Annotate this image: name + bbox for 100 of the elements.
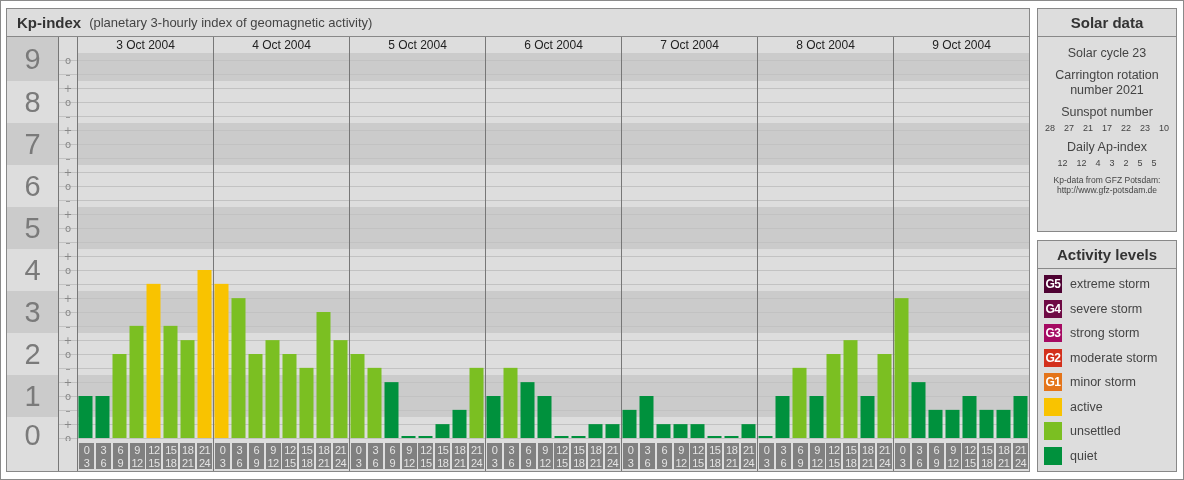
legend-label: strong storm <box>1070 326 1140 341</box>
legend-label: extreme storm <box>1070 277 1150 292</box>
hour-range-label: 15 18 <box>979 443 995 469</box>
sunspot-value: 17 <box>1102 123 1112 133</box>
y-axis-label: 9 <box>24 44 41 74</box>
hour-range-label: 18 21 <box>588 443 604 469</box>
sunspot-value: 23 <box>1140 123 1151 133</box>
y-axis-minor-label: + <box>63 335 73 346</box>
hour-range-label: 0 3 <box>894 443 910 469</box>
y-axis-minor-label: o <box>64 391 72 402</box>
hour-range-label: 15 18 <box>299 443 315 469</box>
y-axis-minor-label: o <box>64 181 72 192</box>
hour-range-label: 3 6 <box>503 443 519 469</box>
y-axis-minor-label: + <box>63 293 73 304</box>
y-axis-minor-label: + <box>63 209 73 220</box>
legend-label: quiet <box>1070 448 1098 463</box>
hour-range-label: 0 3 <box>78 443 94 469</box>
hour-range-label: 18 21 <box>180 443 196 469</box>
y-axis-minor-label: o <box>64 265 72 276</box>
y-axis-label: 6 <box>24 171 41 201</box>
storm-level-badge: G1 <box>1044 373 1062 392</box>
day-label: 4 Oct 2004 <box>252 38 311 52</box>
y-axis-minor-label: + <box>63 125 73 136</box>
ap-index-value: 3 <box>1109 158 1115 168</box>
hour-range-label: 12 15 <box>962 443 978 469</box>
y-axis-label: 0 <box>24 421 41 450</box>
hour-range-label: 18 21 <box>316 443 332 469</box>
y-axis-label: 7 <box>24 129 41 159</box>
hour-range-label: 6 9 <box>928 443 944 469</box>
hour-range-label: 12 15 <box>826 443 842 469</box>
y-axis-minor-label: + <box>63 377 73 388</box>
hour-range-label: 3 6 <box>231 443 247 469</box>
hour-range-label: 9 12 <box>401 443 417 469</box>
legend-label: active <box>1070 399 1103 414</box>
day-label: 9 Oct 2004 <box>932 38 991 52</box>
hour-range-label: 21 24 <box>1013 443 1029 469</box>
hour-range-label: 15 18 <box>707 443 723 469</box>
y-axis-minor-label: – <box>65 153 71 164</box>
storm-level-badge: G3 <box>1044 324 1062 343</box>
legend-label: unsettled <box>1070 424 1121 439</box>
hour-range-label: 9 12 <box>673 443 689 469</box>
ap-index-value: 4 <box>1095 158 1101 168</box>
ap-index-value: 2 <box>1123 158 1129 168</box>
ap-index-label: Daily Ap-index <box>1067 140 1147 155</box>
hour-range-label: 18 21 <box>996 443 1012 469</box>
hour-range-label: 18 21 <box>452 443 468 469</box>
y-axis-minor-label: – <box>65 237 71 248</box>
y-axis-minor-label: – <box>65 405 71 416</box>
hour-range-label: 9 12 <box>129 443 145 469</box>
hour-range-label: 18 21 <box>860 443 876 469</box>
y-axis-minor-label: – <box>65 321 71 332</box>
storm-level-badge: G5 <box>1044 275 1062 294</box>
legend-label: minor storm <box>1070 375 1136 390</box>
y-axis-label: 4 <box>24 255 41 285</box>
hour-range-label: 12 15 <box>554 443 570 469</box>
y-axis-minor-label: – <box>65 69 71 80</box>
hour-range-label: 3 6 <box>367 443 383 469</box>
hour-range-label: 3 6 <box>911 443 927 469</box>
hour-range-label: 6 9 <box>520 443 536 469</box>
y-axis-minor-label: o <box>64 307 72 318</box>
hour-range-label: 15 18 <box>843 443 859 469</box>
sunspot-value: 22 <box>1121 123 1131 133</box>
panel-title: Activity levels <box>1038 241 1176 269</box>
hour-range-label: 12 15 <box>282 443 298 469</box>
hour-range-label: 6 9 <box>656 443 672 469</box>
hour-range-label: 21 24 <box>605 443 621 469</box>
hour-range-label: 6 9 <box>248 443 264 469</box>
hour-range-label: 0 3 <box>486 443 502 469</box>
y-axis-minor-label: o <box>64 55 72 66</box>
sunspot-value: 27 <box>1063 123 1074 133</box>
hour-range-label: 18 21 <box>724 443 740 469</box>
solar-cycle-text: Solar cycle 23 <box>1067 46 1147 61</box>
ap-index-value: 5 <box>1137 158 1143 168</box>
hour-range-label: 12 15 <box>690 443 706 469</box>
legend-label: severe storm <box>1070 301 1143 316</box>
hour-range-label: 12 15 <box>146 443 162 469</box>
y-axis-label: 3 <box>24 297 41 327</box>
hour-range-label: 3 6 <box>775 443 791 469</box>
hour-range-label: 0 3 <box>622 443 638 469</box>
y-axis-minor-label: o <box>64 97 72 108</box>
y-axis-minor-label: – <box>65 279 71 290</box>
hour-range-label: 15 18 <box>435 443 451 469</box>
hour-range-label: 6 9 <box>384 443 400 469</box>
storm-level-badge: G2 <box>1044 348 1062 367</box>
sunspot-label: Sunspot number <box>1061 105 1153 120</box>
ap-index-value: 5 <box>1151 158 1157 168</box>
day-label: 5 Oct 2004 <box>388 38 447 52</box>
hour-range-label: 0 3 <box>350 443 366 469</box>
y-axis-label: 5 <box>24 213 41 243</box>
day-label: 7 Oct 2004 <box>660 38 719 52</box>
hour-range-label: 0 3 <box>758 443 774 469</box>
y-axis-label: 2 <box>24 339 41 369</box>
hour-range-label: 15 18 <box>571 443 587 469</box>
storm-level-badge: G4 <box>1044 299 1062 318</box>
y-axis-minor-label: o <box>64 223 72 234</box>
hour-range-label: 21 24 <box>333 443 349 469</box>
panel-subtitle: (planetary 3-hourly index of geomagnetic activity) <box>89 15 373 30</box>
day-label: 3 Oct 2004 <box>116 38 175 52</box>
hour-range-label: 21 24 <box>469 443 485 469</box>
sunspot-value: 21 <box>1082 123 1093 133</box>
